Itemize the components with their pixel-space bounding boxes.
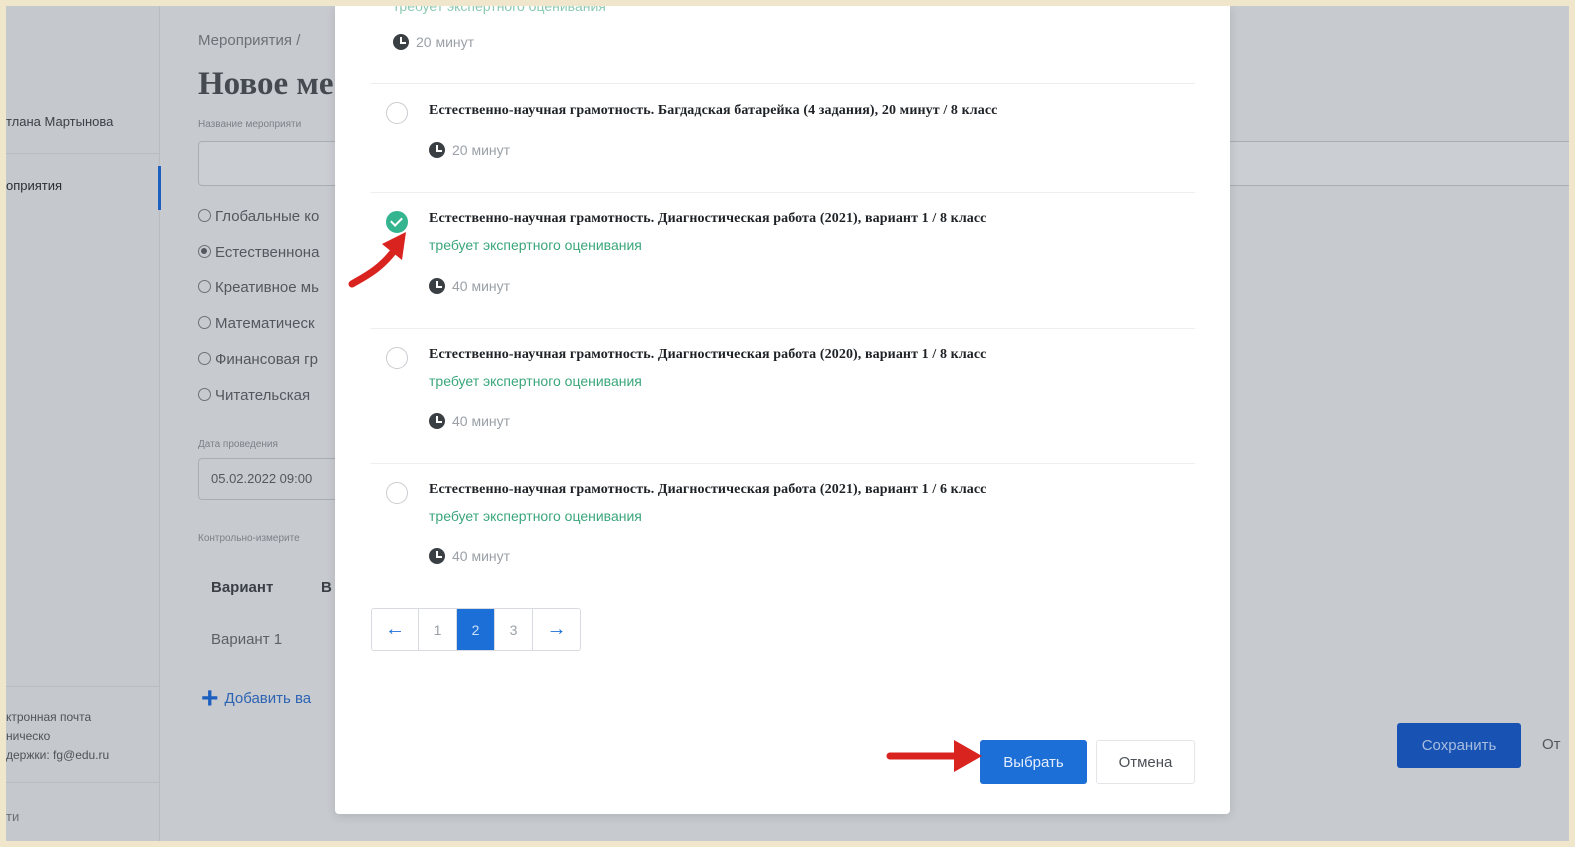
- radio-icon[interactable]: [198, 280, 211, 293]
- arrow-right-icon: →: [546, 618, 567, 640]
- item-duration: 40 минут: [429, 413, 510, 429]
- sidebar-user-name[interactable]: тлана Мартынова: [6, 114, 113, 129]
- radio-icon[interactable]: [198, 352, 211, 365]
- radio-label: Математическ: [215, 315, 315, 332]
- pagination: ← 1 2 3 →: [371, 608, 581, 651]
- item-duration: 20 минут: [393, 34, 474, 50]
- item-radio[interactable]: [386, 482, 408, 504]
- page-title: Новое ме: [198, 66, 334, 102]
- page-button-active[interactable]: 2: [457, 609, 495, 650]
- cancel-link[interactable]: От: [1542, 736, 1561, 753]
- item-tag: требует экспертного оценивания: [429, 373, 642, 389]
- sidebar-divider: [6, 686, 160, 687]
- save-button[interactable]: Сохранить: [1397, 723, 1521, 768]
- table-cell: Вариант 1: [211, 631, 283, 648]
- item-duration: 40 минут: [429, 548, 510, 564]
- item-tag: требует экспертного оценивания: [429, 508, 642, 524]
- radio-label: Креативное мь: [215, 279, 319, 296]
- add-variant-button[interactable]: + Добавить ва: [201, 682, 311, 716]
- item-tag: требует экспертного оценивания: [429, 237, 642, 253]
- radio-icon[interactable]: [198, 245, 211, 258]
- item-divider: [371, 328, 1195, 329]
- arrow-left-icon: ←: [385, 618, 405, 640]
- item-duration: 40 минут: [429, 278, 510, 294]
- radio-option[interactable]: Читательская: [198, 387, 310, 404]
- date-input[interactable]: 05.02.2022 09:00: [198, 458, 348, 500]
- radio-option[interactable]: Математическ: [198, 315, 315, 332]
- clock-icon: [429, 548, 445, 564]
- kim-label: Контрольно-измерите: [198, 533, 300, 544]
- logout-link[interactable]: ти: [6, 809, 19, 824]
- sidebar-divider: [6, 153, 160, 154]
- clock-icon: [429, 413, 445, 429]
- select-button[interactable]: Выбрать: [980, 740, 1087, 784]
- radio-icon[interactable]: [198, 209, 211, 222]
- date-label: Дата проведения: [198, 439, 278, 450]
- radio-option[interactable]: Креативное мь: [198, 279, 319, 296]
- radio-icon[interactable]: [198, 388, 211, 401]
- duration-text: 40 минут: [452, 413, 511, 429]
- prev-page-button[interactable]: ←: [372, 609, 419, 650]
- sidebar: тлана Мартынова оприятия ктронная почта …: [6, 6, 161, 841]
- duration-text: 20 минут: [452, 142, 511, 158]
- item-divider: [371, 83, 1195, 84]
- item-divider: [371, 463, 1195, 464]
- support-email[interactable]: держки: fg@edu.ru: [6, 746, 109, 765]
- sidebar-item-events[interactable]: оприятия: [6, 178, 62, 193]
- radio-option[interactable]: Глобальные ко: [198, 208, 319, 225]
- sidebar-divider: [6, 782, 160, 783]
- event-name-label: Название мероприяти: [198, 119, 302, 130]
- cancel-button[interactable]: Отмена: [1096, 740, 1195, 784]
- item-tag: требует экспертного оценивания: [393, 6, 606, 14]
- item-radio-selected[interactable]: [386, 211, 408, 233]
- table-header: В: [321, 579, 332, 596]
- radio-label: Финансовая гр: [215, 351, 318, 368]
- radio-option[interactable]: Финансовая гр: [198, 351, 318, 368]
- item-title[interactable]: Естественно-научная грамотность. Диагнос…: [429, 482, 987, 498]
- clock-icon: [429, 142, 445, 158]
- duration-text: 40 минут: [452, 278, 511, 294]
- item-title[interactable]: Естественно-научная грамотность. Диагнос…: [429, 347, 987, 363]
- radio-label: Естественнона: [215, 244, 320, 261]
- select-test-modal: требует экспертного оценивания 20 минут …: [335, 6, 1230, 814]
- radio-option-selected[interactable]: Естественнона: [198, 244, 319, 261]
- item-duration: 20 минут: [429, 142, 510, 158]
- clock-icon: [393, 34, 409, 50]
- page-button[interactable]: 3: [495, 609, 533, 650]
- support-line: ктронная почта: [6, 710, 92, 724]
- clock-icon: [429, 278, 445, 294]
- item-divider: [371, 192, 1195, 193]
- page-button[interactable]: 1: [419, 609, 457, 650]
- support-info: ктронная почта ническо держки: fg@edu.ru: [6, 708, 109, 765]
- add-variant-label: Добавить ва: [224, 690, 312, 707]
- screenshot-frame: тлана Мартынова оприятия ктронная почта …: [6, 6, 1569, 841]
- radio-label: Читательская: [215, 387, 311, 404]
- radio-label: Глобальные ко: [215, 208, 320, 225]
- item-title[interactable]: Естественно-научная грамотность. Багдадс…: [429, 103, 997, 119]
- duration-text: 20 минут: [416, 34, 475, 50]
- item-radio[interactable]: [386, 347, 408, 369]
- item-radio[interactable]: [386, 102, 408, 124]
- breadcrumb[interactable]: Мероприятия /: [198, 32, 300, 49]
- support-line: ническо: [6, 729, 51, 743]
- item-title[interactable]: Естественно-научная грамотность. Диагнос…: [429, 211, 987, 227]
- radio-icon[interactable]: [198, 316, 211, 329]
- plus-icon: +: [201, 682, 219, 715]
- table-header: Вариант: [211, 579, 274, 596]
- duration-text: 40 минут: [452, 548, 511, 564]
- next-page-button[interactable]: →: [533, 609, 580, 650]
